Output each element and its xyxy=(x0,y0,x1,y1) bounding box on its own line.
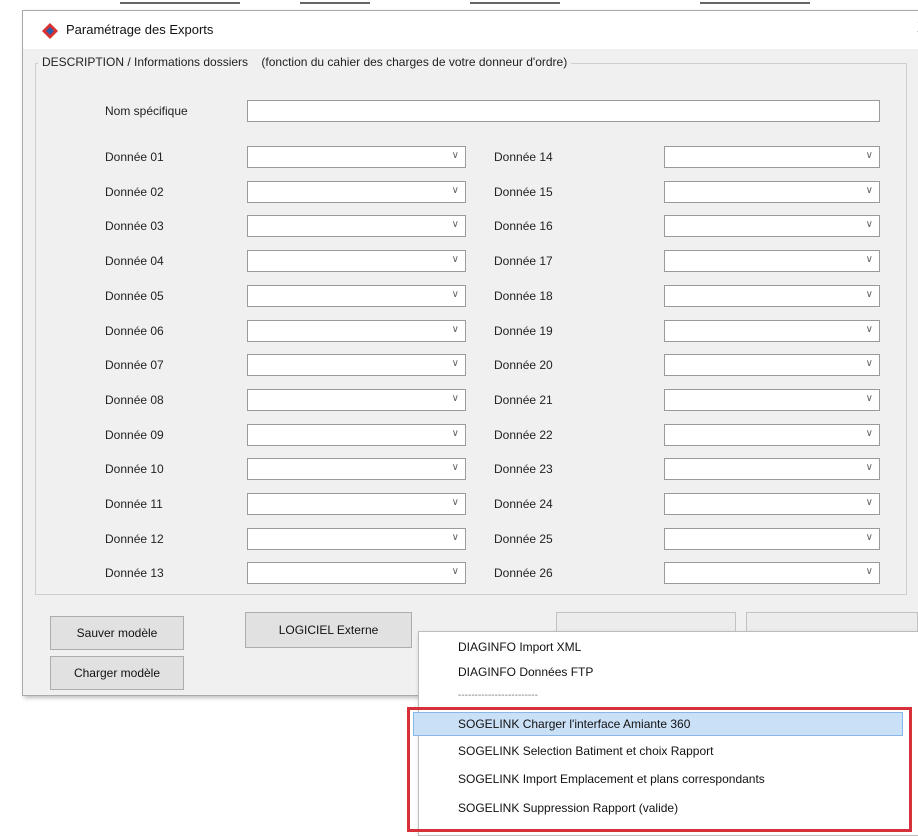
field-combobox[interactable]: ∨ xyxy=(247,285,466,307)
chevron-down-icon: ∨ xyxy=(865,358,873,369)
field-label: Donnée 14 xyxy=(494,150,553,164)
blank-button-1[interactable] xyxy=(556,612,736,632)
chevron-down-icon: ∨ xyxy=(451,393,459,404)
field-label: Donnée 11 xyxy=(105,497,163,511)
field-combobox[interactable]: ∨ xyxy=(664,493,880,515)
field-label: Donnée 16 xyxy=(494,219,553,233)
field-label: Donnée 09 xyxy=(105,428,164,442)
chevron-down-icon: ∨ xyxy=(865,566,873,577)
field-combobox[interactable]: ∨ xyxy=(664,285,880,307)
chevron-down-icon: ∨ xyxy=(451,254,459,265)
field-label: Donnée 20 xyxy=(494,358,553,372)
chevron-down-icon: ∨ xyxy=(451,358,459,369)
menu-separator: ------------------------ xyxy=(458,690,538,701)
field-combobox[interactable]: ∨ xyxy=(664,215,880,237)
nom-specifique-input[interactable] xyxy=(247,100,880,122)
field-label: Donnée 24 xyxy=(494,497,553,511)
chevron-down-icon: ∨ xyxy=(451,185,459,196)
field-combobox[interactable]: ∨ xyxy=(247,493,466,515)
app-logo-icon xyxy=(42,23,58,39)
chevron-down-icon: ∨ xyxy=(865,254,873,265)
chevron-down-icon: ∨ xyxy=(451,150,459,161)
field-combobox[interactable]: ∨ xyxy=(247,354,466,376)
field-label: Donnée 17 xyxy=(494,254,553,268)
field-label: Donnée 13 xyxy=(105,566,164,580)
field-label: Donnée 04 xyxy=(105,254,164,268)
background-stroke xyxy=(120,2,240,4)
load-template-button[interactable]: Charger modèle xyxy=(50,656,184,690)
blank-button-2[interactable] xyxy=(746,612,918,632)
field-combobox[interactable]: ∨ xyxy=(664,562,880,584)
chevron-down-icon: ∨ xyxy=(451,324,459,335)
field-combobox[interactable]: ∨ xyxy=(247,320,466,342)
field-combobox[interactable]: ∨ xyxy=(664,389,880,411)
field-combobox[interactable]: ∨ xyxy=(664,528,880,550)
chevron-down-icon: ∨ xyxy=(451,566,459,577)
field-label: Donnée 08 xyxy=(105,393,164,407)
field-label: Donnée 23 xyxy=(494,462,553,476)
external-software-button[interactable]: LOGICIEL Externe xyxy=(245,612,412,648)
menu-item-diaginfo-ftp[interactable]: DIAGINFO Données FTP xyxy=(458,665,593,679)
field-combobox[interactable]: ∨ xyxy=(247,250,466,272)
chevron-down-icon: ∨ xyxy=(865,462,873,473)
field-combobox[interactable]: ∨ xyxy=(664,146,880,168)
field-label: Donnée 10 xyxy=(105,462,164,476)
field-label: Donnée 03 xyxy=(105,219,164,233)
chevron-down-icon: ∨ xyxy=(865,185,873,196)
field-combobox[interactable]: ∨ xyxy=(664,320,880,342)
chevron-down-icon: ∨ xyxy=(865,324,873,335)
field-combobox[interactable]: ∨ xyxy=(247,424,466,446)
field-label: Donnée 12 xyxy=(105,532,164,546)
field-label: Donnée 22 xyxy=(494,428,553,442)
field-combobox[interactable]: ∨ xyxy=(664,181,880,203)
field-label: Donnée 18 xyxy=(494,289,553,303)
field-combobox[interactable]: ∨ xyxy=(247,215,466,237)
field-label: Donnée 01 xyxy=(105,150,164,164)
chevron-down-icon: ∨ xyxy=(865,428,873,439)
field-combobox[interactable]: ∨ xyxy=(247,458,466,480)
field-label: Donnée 25 xyxy=(494,532,553,546)
chevron-down-icon: ∨ xyxy=(865,393,873,404)
field-combobox[interactable]: ∨ xyxy=(664,250,880,272)
chevron-down-icon: ∨ xyxy=(451,219,459,230)
nom-specifique-label: Nom spécifique xyxy=(105,104,188,118)
field-label: Donnée 06 xyxy=(105,324,164,338)
chevron-down-icon: ∨ xyxy=(451,497,459,508)
field-combobox[interactable]: ∨ xyxy=(247,146,466,168)
field-label: Donnée 02 xyxy=(105,185,164,199)
chevron-down-icon: ∨ xyxy=(451,462,459,473)
field-label: Donnée 15 xyxy=(494,185,553,199)
title-bar: Paramétrage des Exports X xyxy=(23,11,918,49)
save-template-button[interactable]: Sauver modèle xyxy=(50,616,184,650)
chevron-down-icon: ∨ xyxy=(865,497,873,508)
background-stroke xyxy=(700,2,810,4)
field-label: Donnée 26 xyxy=(494,566,553,580)
field-combobox[interactable]: ∨ xyxy=(247,181,466,203)
chevron-down-icon: ∨ xyxy=(451,532,459,543)
background-stroke xyxy=(300,2,370,4)
field-label: Donnée 19 xyxy=(494,324,553,338)
field-combobox[interactable]: ∨ xyxy=(664,354,880,376)
field-label: Donnée 07 xyxy=(105,358,164,372)
field-combobox[interactable]: ∨ xyxy=(664,424,880,446)
chevron-down-icon: ∨ xyxy=(451,428,459,439)
dialog-title: Paramétrage des Exports xyxy=(66,22,214,37)
chevron-down-icon: ∨ xyxy=(451,289,459,300)
field-label: Donnée 05 xyxy=(105,289,164,303)
chevron-down-icon: ∨ xyxy=(865,150,873,161)
chevron-down-icon: ∨ xyxy=(865,532,873,543)
background-stroke xyxy=(470,2,560,4)
field-combobox[interactable]: ∨ xyxy=(664,458,880,480)
field-combobox[interactable]: ∨ xyxy=(247,528,466,550)
chevron-down-icon: ∨ xyxy=(865,289,873,300)
field-combobox[interactable]: ∨ xyxy=(247,389,466,411)
group-legend: DESCRIPTION / Informations dossiers (fon… xyxy=(38,55,572,69)
field-label: Donnée 21 xyxy=(494,393,553,407)
annotation-highlight-box xyxy=(407,707,912,832)
menu-item-diaginfo-import-xml[interactable]: DIAGINFO Import XML xyxy=(458,640,581,654)
chevron-down-icon: ∨ xyxy=(865,219,873,230)
field-combobox[interactable]: ∨ xyxy=(247,562,466,584)
